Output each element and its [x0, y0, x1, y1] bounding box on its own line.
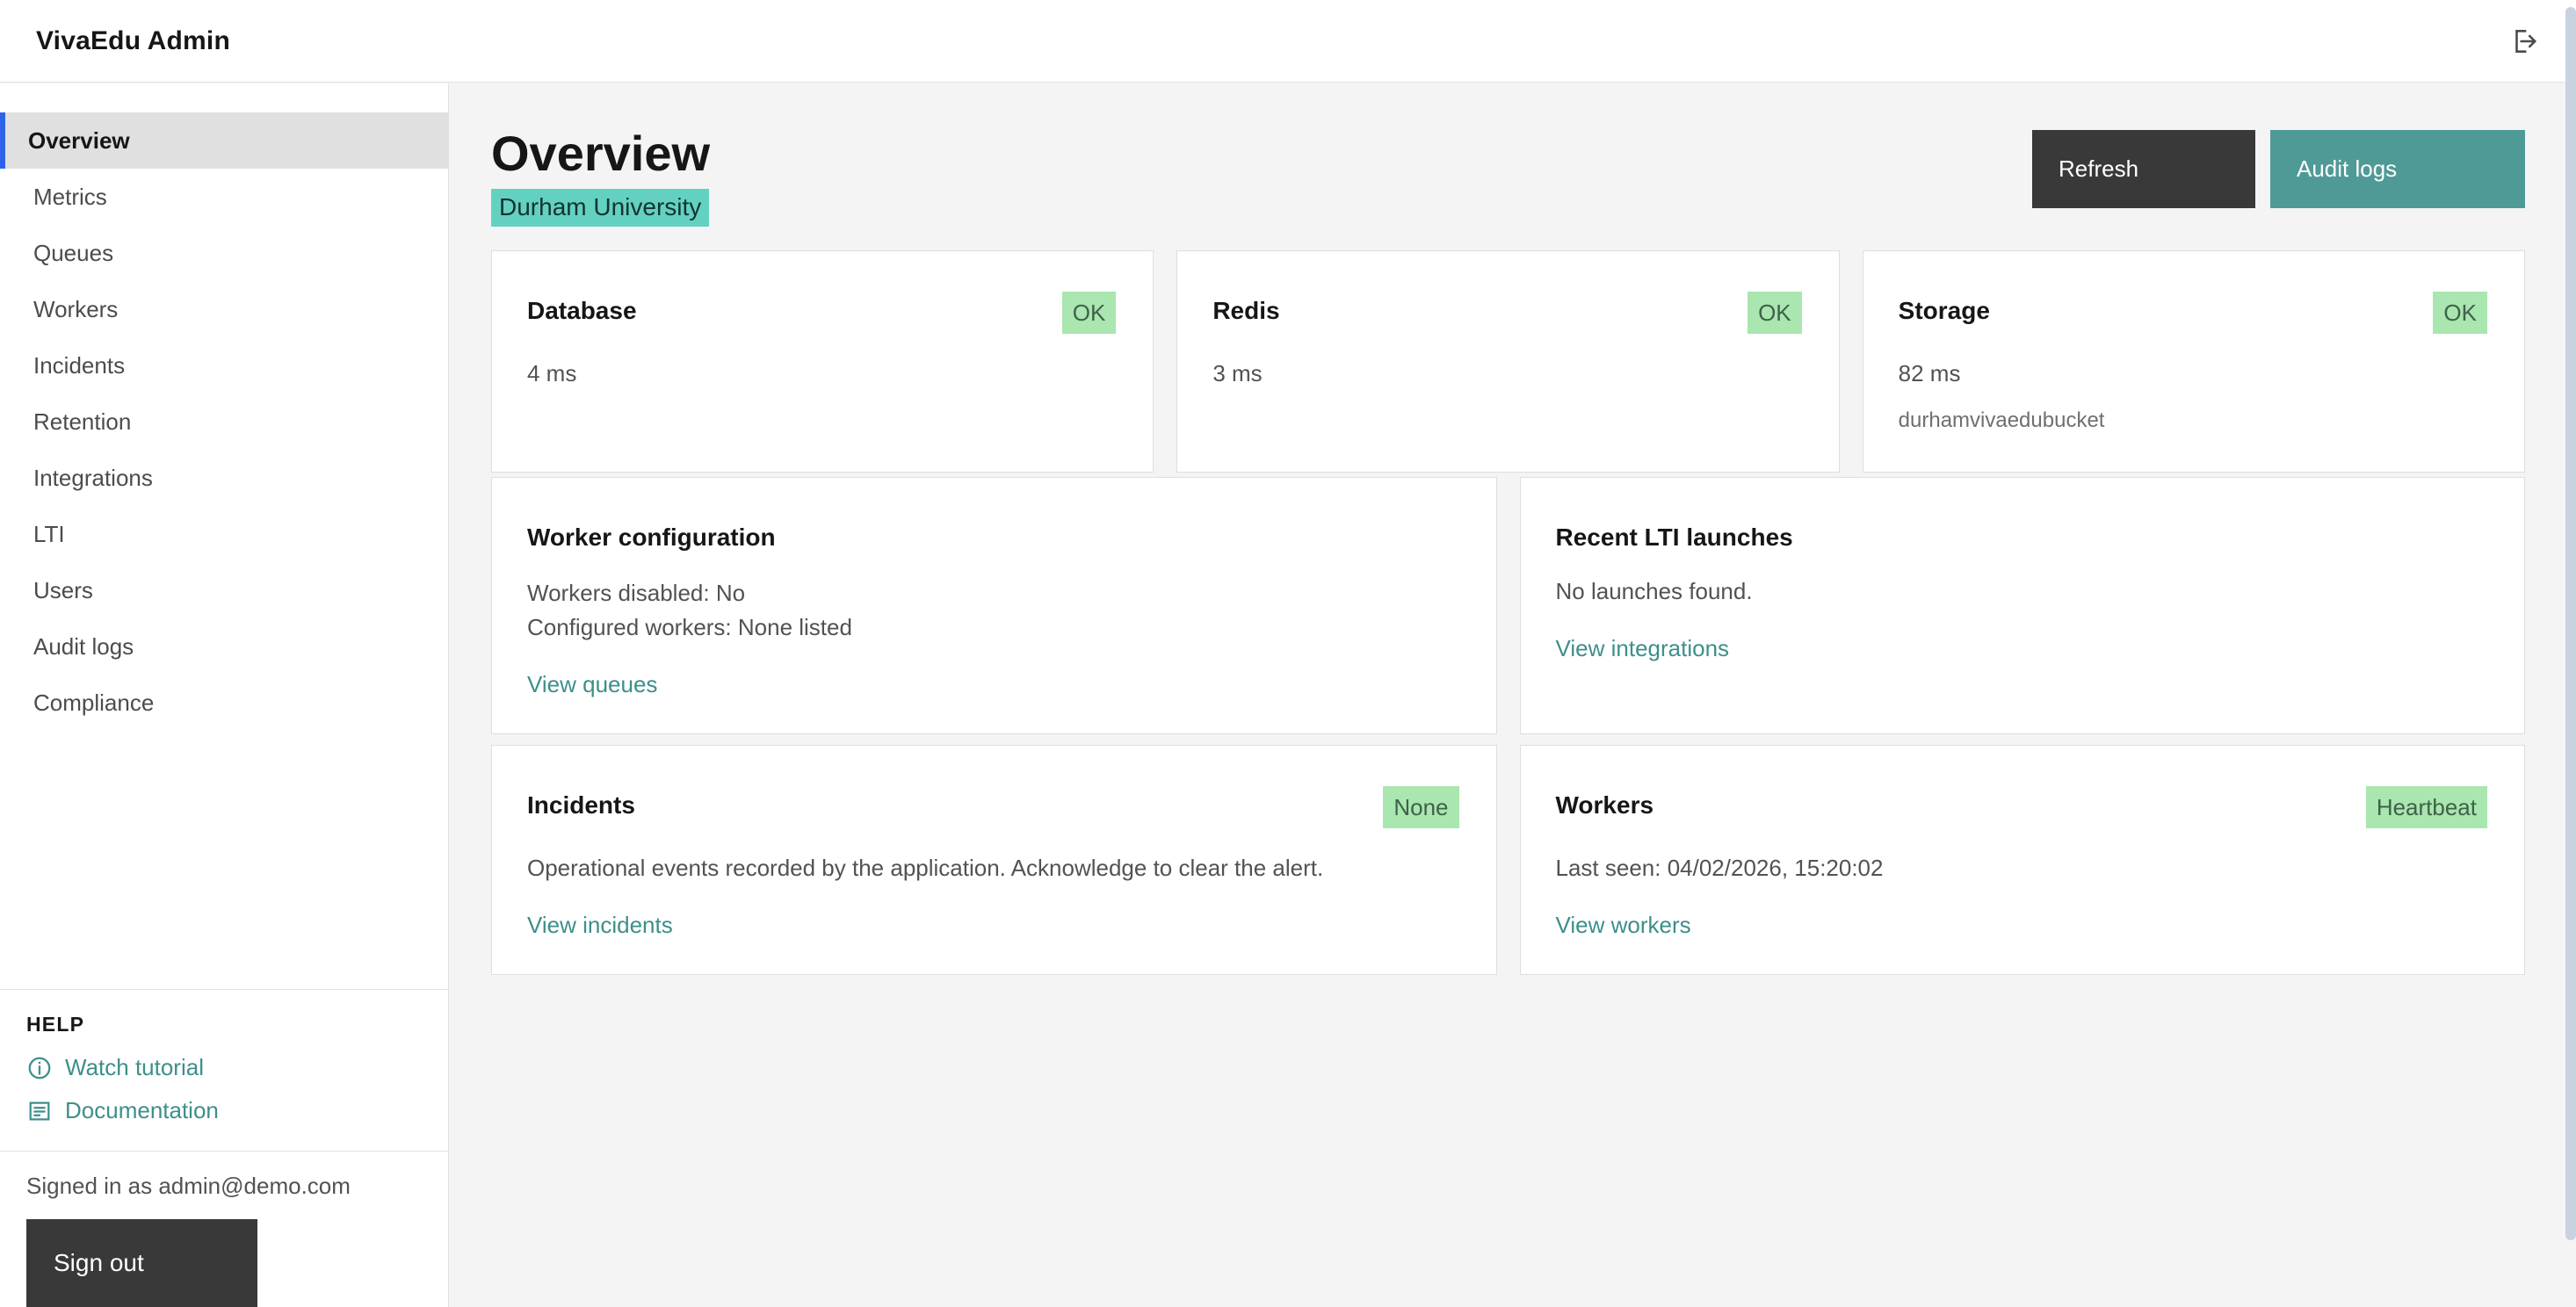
- view-integrations-link[interactable]: View integrations: [1556, 635, 1730, 662]
- vertical-scrollbar[interactable]: [2565, 7, 2576, 1240]
- page-title: Overview: [491, 129, 710, 178]
- sidebar-item-incidents[interactable]: Incidents: [0, 337, 448, 394]
- logout-icon: [2509, 26, 2539, 56]
- document-icon: [26, 1098, 53, 1124]
- tenant-badge: Durham University: [491, 189, 709, 227]
- sidebar-item-users[interactable]: Users: [0, 562, 448, 618]
- last-seen-line: Last seen: 04/02/2026, 15:20:02: [1556, 851, 2488, 885]
- sidebar-nav: Overview Metrics Queues Workers Incident…: [0, 83, 448, 731]
- sidebar-item-queues[interactable]: Queues: [0, 225, 448, 281]
- card-title: Database: [527, 292, 637, 325]
- refresh-button[interactable]: Refresh: [2032, 130, 2255, 208]
- sidebar: Overview Metrics Queues Workers Incident…: [0, 83, 449, 1307]
- help-heading: HELP: [26, 1013, 422, 1036]
- page-heading-block: Overview Durham University: [491, 129, 710, 227]
- workers-card: Workers Heartbeat Last seen: 04/02/2026,…: [1520, 745, 2526, 975]
- top-bar: VivaEdu Admin: [0, 0, 2576, 83]
- redis-card: Redis OK 3 ms: [1176, 250, 1839, 473]
- workers-disabled-line: Workers disabled: No: [527, 576, 1459, 610]
- recent-lti-launches-card: Recent LTI launches No launches found. V…: [1520, 477, 2526, 734]
- sidebar-item-overview[interactable]: Overview: [0, 112, 448, 169]
- watch-tutorial-label: Watch tutorial: [65, 1054, 204, 1081]
- sidebar-item-retention[interactable]: Retention: [0, 394, 448, 450]
- card-title: Workers: [1556, 786, 1654, 820]
- incidents-description: Operational events recorded by the appli…: [527, 851, 1459, 885]
- heartbeat-badge: Heartbeat: [2366, 786, 2487, 828]
- sidebar-item-audit-logs[interactable]: Audit logs: [0, 618, 448, 675]
- configured-workers-line: Configured workers: None listed: [527, 610, 1459, 645]
- sidebar-item-compliance[interactable]: Compliance: [0, 675, 448, 731]
- documentation-link[interactable]: Documentation: [26, 1097, 422, 1124]
- status-badge: OK: [1747, 292, 1802, 334]
- view-incidents-link[interactable]: View incidents: [527, 912, 673, 939]
- audit-logs-button[interactable]: Audit logs: [2270, 130, 2525, 208]
- worker-configuration-card: Worker configuration Workers disabled: N…: [491, 477, 1497, 734]
- status-badge: OK: [2433, 292, 2487, 334]
- sidebar-item-workers[interactable]: Workers: [0, 281, 448, 337]
- session-section: Signed in as admin@demo.com Sign out: [0, 1151, 448, 1307]
- info-icon: [26, 1055, 53, 1081]
- header-actions: Refresh Audit logs: [2032, 130, 2525, 208]
- storage-card: Storage OK 82 ms durhamvivaedubucket: [1863, 250, 2525, 473]
- app-title: VivaEdu Admin: [36, 26, 230, 56]
- main-header: Overview Durham University Refresh Audit…: [491, 129, 2525, 227]
- view-workers-link[interactable]: View workers: [1556, 912, 1691, 939]
- card-title: Worker configuration: [527, 518, 776, 552]
- database-card: Database OK 4 ms: [491, 250, 1154, 473]
- watch-tutorial-link[interactable]: Watch tutorial: [26, 1054, 422, 1081]
- status-card-row: Database OK 4 ms Redis OK 3 ms Storage O…: [491, 250, 2525, 450]
- incidents-badge: None: [1383, 786, 1458, 828]
- sidebar-item-lti[interactable]: LTI: [0, 506, 448, 562]
- card-title: Storage: [1899, 292, 1990, 325]
- sidebar-item-integrations[interactable]: Integrations: [0, 450, 448, 506]
- card-title: Recent LTI launches: [1556, 518, 1793, 552]
- status-badge: OK: [1062, 292, 1117, 334]
- info-card-row-2: Incidents None Operational events record…: [491, 745, 2525, 954]
- bucket-name: durhamvivaedubucket: [1899, 405, 2487, 437]
- sidebar-footer: HELP Watch tutorial: [0, 989, 448, 1307]
- incidents-card: Incidents None Operational events record…: [491, 745, 1497, 975]
- sign-out-button[interactable]: Sign out: [26, 1219, 257, 1307]
- no-launches-line: No launches found.: [1556, 574, 2488, 609]
- info-card-row-1: Worker configuration Workers disabled: N…: [491, 477, 2525, 718]
- main-content: Overview Durham University Refresh Audit…: [450, 83, 2576, 1307]
- view-queues-link[interactable]: View queues: [527, 671, 657, 698]
- documentation-label: Documentation: [65, 1097, 219, 1124]
- signed-in-text: Signed in as admin@demo.com: [26, 1173, 422, 1200]
- card-title: Incidents: [527, 786, 635, 820]
- logout-button[interactable]: [2509, 26, 2539, 56]
- sidebar-item-metrics[interactable]: Metrics: [0, 169, 448, 225]
- card-title: Redis: [1212, 292, 1279, 325]
- latency-value: 3 ms: [1212, 357, 1801, 391]
- latency-value: 82 ms: [1899, 357, 2487, 391]
- latency-value: 4 ms: [527, 357, 1116, 391]
- help-section: HELP Watch tutorial: [0, 989, 448, 1151]
